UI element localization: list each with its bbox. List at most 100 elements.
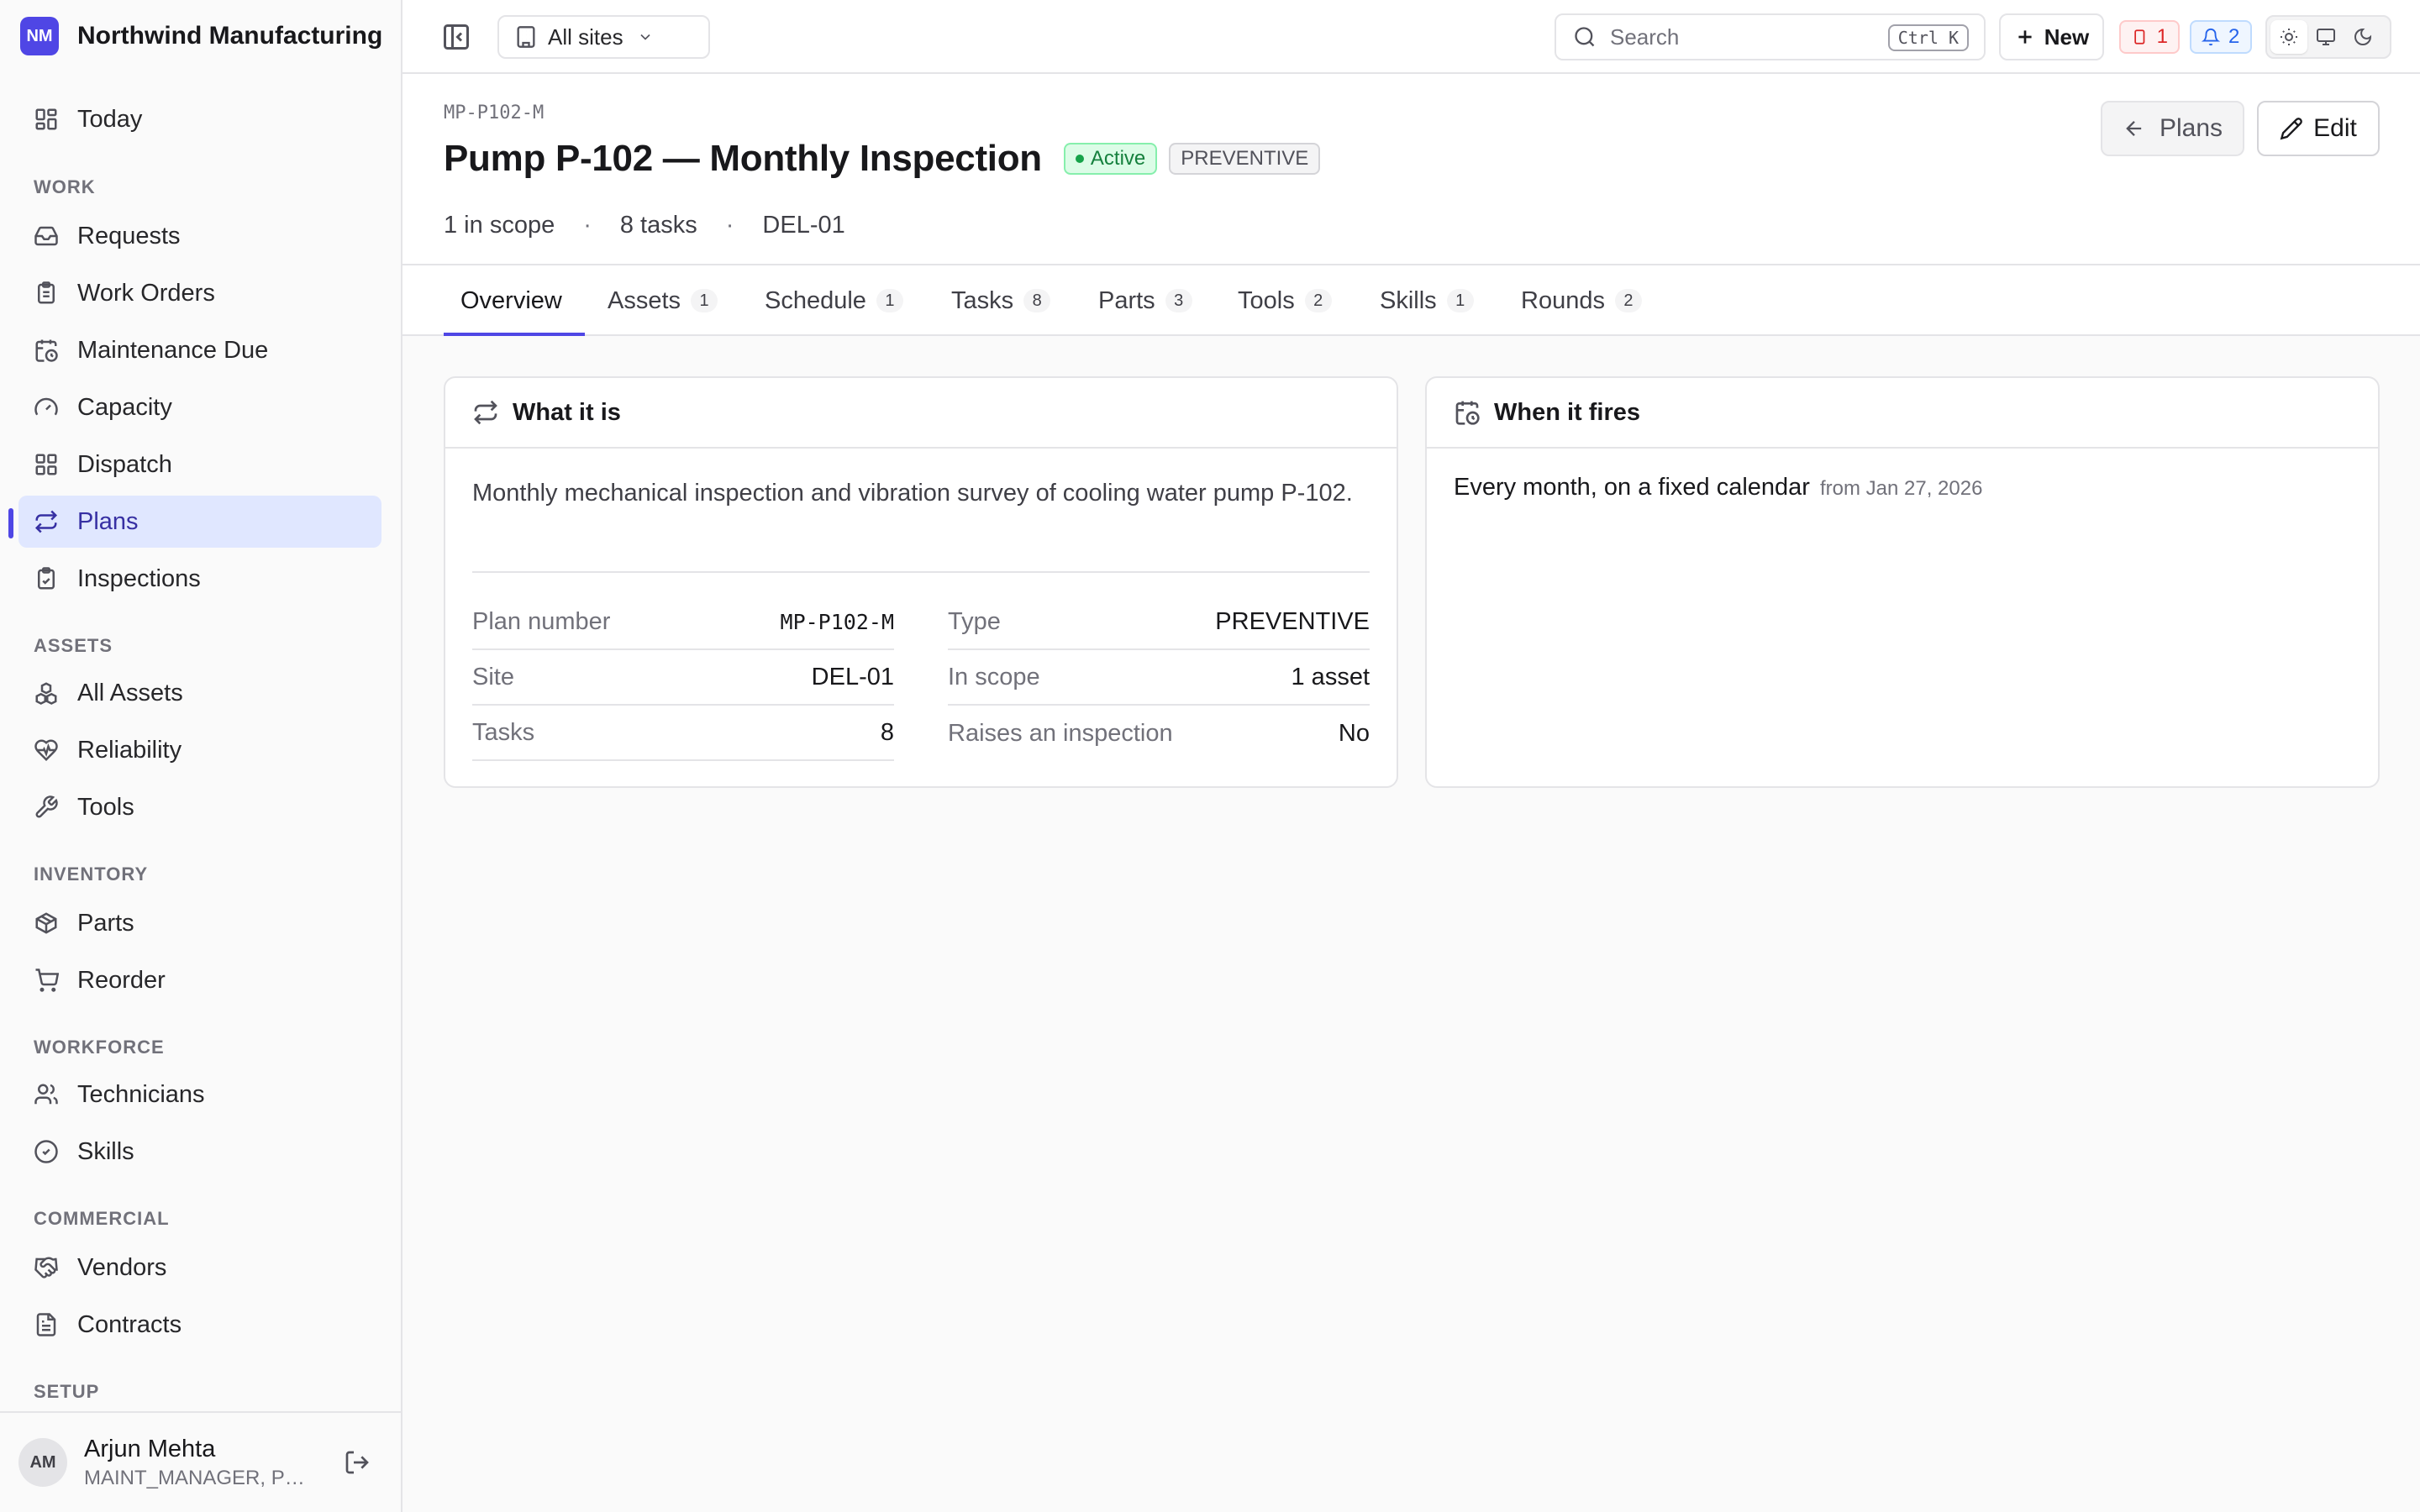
- schedule-rule: Every month, on a fixed calendar: [1454, 474, 1810, 501]
- notifications-count: 2: [2228, 25, 2240, 48]
- tab-label: Overview: [460, 286, 562, 314]
- divider: [472, 571, 1370, 573]
- gauge-icon: [34, 397, 58, 416]
- moon-icon: [2354, 28, 2372, 45]
- field-label: In scope: [948, 663, 1040, 690]
- sidebar-item-contracts[interactable]: Contracts: [18, 1299, 381, 1351]
- sidebar-item-label: All Assets: [77, 679, 183, 706]
- sidebar-item-work-orders[interactable]: Work Orders: [18, 267, 381, 319]
- status-label: Active: [1090, 147, 1146, 170]
- nav-section-assets: ASSETS: [34, 635, 113, 656]
- brand[interactable]: NM Northwind Manufacturing: [0, 0, 401, 72]
- sidebar-item-label: Reliability: [77, 736, 182, 764]
- status-badge: Active: [1063, 143, 1158, 175]
- search-input[interactable]: Search Ctrl K: [1555, 13, 1986, 60]
- field-label: Type: [948, 607, 1001, 635]
- new-button[interactable]: New: [1999, 13, 2104, 60]
- sidebar-item-skills[interactable]: Skills: [18, 1126, 381, 1178]
- pencil-icon: [2280, 118, 2302, 140]
- field-raises-inspection: Raises an inspection No: [948, 706, 1370, 761]
- tab-label: Parts: [1098, 286, 1155, 314]
- theme-dark-button[interactable]: [2344, 20, 2381, 54]
- sidebar-item-capacity[interactable]: Capacity: [18, 381, 381, 433]
- clipboard-check-icon: [38, 567, 55, 590]
- sidebar-item-requests[interactable]: Requests: [18, 210, 381, 262]
- tab-schedule[interactable]: Schedule 1: [765, 265, 903, 336]
- tab-tools[interactable]: Tools 2: [1238, 265, 1332, 336]
- repeat-icon: [34, 510, 58, 533]
- title-row: Pump P-102 — Monthly Inspection Active P…: [444, 138, 1321, 180]
- tab-count: 2: [1614, 289, 1642, 312]
- plan-description: Monthly mechanical inspection and vibrat…: [472, 480, 1353, 507]
- tab-label: Assets: [608, 286, 681, 314]
- user-info: Arjun Mehta MAINT_MANAGER, PL...: [84, 1436, 319, 1490]
- tab-rounds[interactable]: Rounds 2: [1521, 265, 1642, 336]
- bell-icon: [2202, 29, 2220, 46]
- sidebar-item-label: Technicians: [77, 1080, 205, 1108]
- sidebar-item-reorder[interactable]: Reorder: [18, 954, 381, 1006]
- notifications-badge[interactable]: 2: [2190, 20, 2252, 54]
- site-select-value: All sites: [548, 24, 623, 50]
- sidebar-item-tools[interactable]: Tools: [18, 781, 381, 833]
- field-value: 8: [880, 718, 894, 746]
- user-profile[interactable]: AM Arjun Mehta MAINT_MANAGER, PL...: [0, 1411, 401, 1512]
- card-header: What it is: [445, 378, 1397, 449]
- sidebar-item-vendors[interactable]: Vendors: [18, 1242, 381, 1294]
- when-it-fires-card: When it fires Every month, on a fixed ca…: [1425, 376, 2380, 788]
- logout-icon[interactable]: [344, 1449, 371, 1476]
- sidebar-item-inspections[interactable]: Inspections: [18, 553, 381, 605]
- theme-system-button[interactable]: [2307, 20, 2344, 54]
- tab-label: Skills: [1380, 286, 1437, 314]
- sidebar-item-plans[interactable]: Plans: [18, 496, 381, 548]
- tab-parts[interactable]: Parts 3: [1098, 265, 1192, 336]
- sidebar-item-parts[interactable]: Parts: [18, 897, 381, 949]
- sidebar-item-maintenance-due[interactable]: Maintenance Due: [18, 324, 381, 376]
- active-indicator: [8, 508, 13, 538]
- building-icon: [517, 26, 535, 48]
- sidebar-item-all-assets[interactable]: All Assets: [18, 667, 381, 719]
- search-placeholder: Search: [1610, 24, 1680, 50]
- plus-icon: [2018, 30, 2032, 44]
- sidebar-item-label: Contracts: [77, 1310, 182, 1338]
- tab-overview[interactable]: Overview: [460, 265, 562, 336]
- sidebar-item-reliability[interactable]: Reliability: [18, 724, 381, 776]
- type-badge: PREVENTIVE: [1169, 143, 1321, 175]
- heart-pulse-icon: [34, 739, 58, 762]
- calendar-clock-icon: [1455, 401, 1480, 425]
- tab-count: 1: [876, 289, 903, 312]
- tab-assets[interactable]: Assets 1: [608, 265, 718, 336]
- sidebar-item-dispatch[interactable]: Dispatch: [18, 438, 381, 491]
- tab-skills[interactable]: Skills 1: [1380, 265, 1474, 336]
- schedule-summary: Every month, on a fixed calendar from Ja…: [1454, 474, 1982, 501]
- sidebar-item-label: Plans: [77, 507, 139, 535]
- tab-label: Tasks: [951, 286, 1014, 314]
- brand-logo: NM: [20, 17, 59, 55]
- nav-section-setup: SETUP: [34, 1381, 100, 1402]
- sidebar-item-label: Capacity: [77, 393, 172, 421]
- sidebar-item-today[interactable]: Today: [18, 93, 381, 145]
- sidebar-item-technicians[interactable]: Technicians: [18, 1068, 381, 1121]
- new-button-label: New: [2044, 24, 2090, 50]
- card-title: What it is: [513, 398, 621, 426]
- inbox-icon: [34, 226, 58, 246]
- back-to-plans-button[interactable]: Plans: [2101, 101, 2244, 156]
- page-title: Pump P-102 — Monthly Inspection: [444, 138, 1042, 179]
- field-value: 1 asset: [1291, 663, 1370, 690]
- nav-section-work: WORK: [34, 176, 96, 197]
- tab-count: 1: [1446, 289, 1474, 312]
- sidebar-toggle-icon[interactable]: [441, 22, 471, 52]
- field-value: MP-P102-M: [780, 609, 894, 634]
- sidebar-item-label: Requests: [77, 222, 181, 249]
- sidebar-item-label: Tools: [77, 793, 134, 821]
- tab-tasks[interactable]: Tasks 8: [951, 265, 1051, 336]
- site-select[interactable]: All sites: [497, 15, 710, 59]
- sidebar-item-label: Parts: [77, 909, 134, 937]
- theme-light-button[interactable]: [2270, 20, 2307, 54]
- field-site: Site DEL-01: [472, 650, 894, 706]
- field-in-scope: In scope 1 asset: [948, 650, 1370, 706]
- calendar-clock-icon: [35, 339, 58, 362]
- meta-separator: ·: [725, 212, 734, 239]
- edit-button[interactable]: Edit: [2257, 101, 2380, 156]
- meta-row: 1 in scope · 8 tasks · DEL-01: [444, 212, 845, 239]
- alerts-badge[interactable]: 1: [2119, 20, 2180, 54]
